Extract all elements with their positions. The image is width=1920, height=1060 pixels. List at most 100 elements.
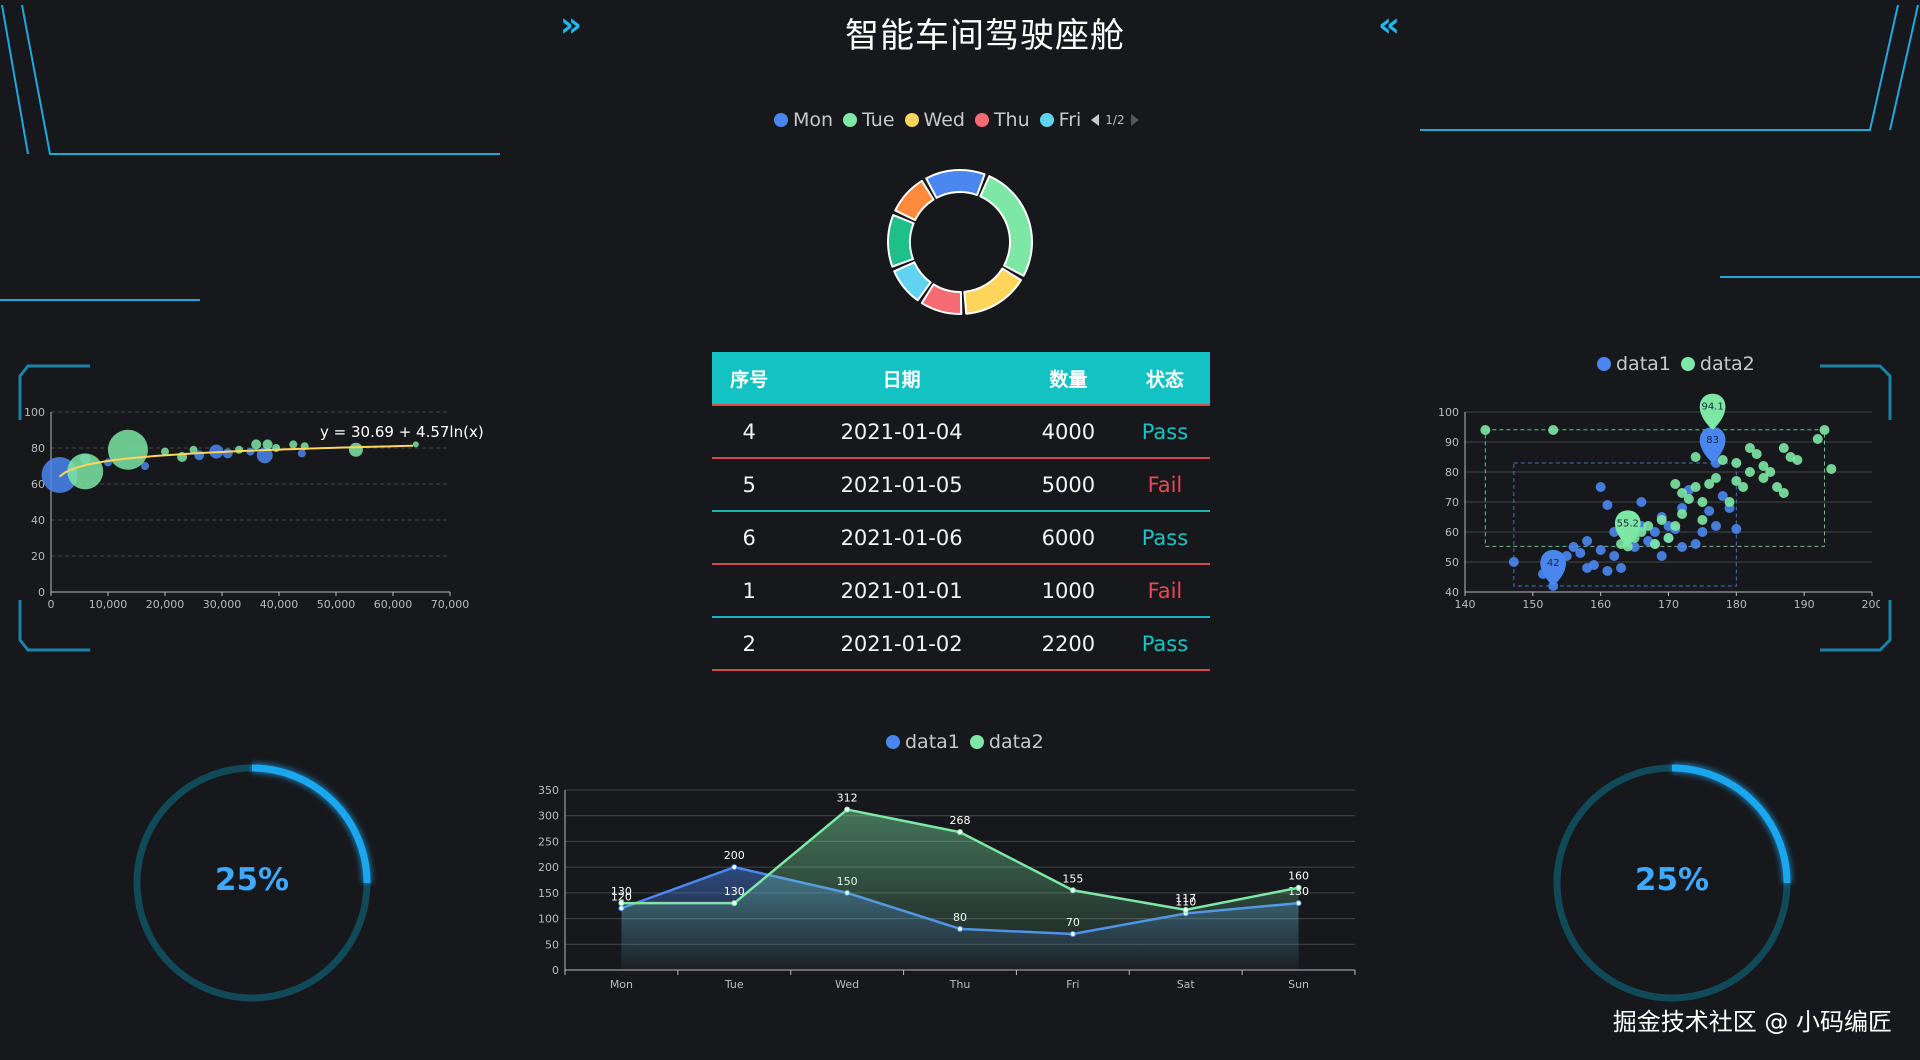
table-header-cell[interactable]: 日期 (786, 352, 1017, 405)
donut-legend: Mon Tue Wed Thu Fri 1/2 (774, 109, 1139, 131)
legend-item[interactable]: data1 (886, 731, 960, 753)
series-point (618, 900, 625, 907)
double-chevron-right-icon[interactable]: » (560, 5, 582, 45)
scatter-point (1717, 455, 1728, 465)
cell-qty: 6000 (1016, 511, 1120, 565)
scatter-point (1690, 539, 1701, 549)
donut-slice (979, 175, 1033, 277)
tick-label: 170 (1658, 598, 1679, 611)
scatter-point (1602, 500, 1613, 510)
tick-label: 250 (538, 835, 559, 848)
donut-slice (894, 179, 935, 222)
scatter-point (1663, 533, 1674, 543)
tick-label: 200 (538, 861, 559, 874)
legend-label: Fri (1058, 109, 1082, 131)
table-header-cell[interactable]: 状态 (1119, 352, 1210, 405)
series-point (1069, 887, 1076, 894)
legend-item[interactable]: data2 (1680, 353, 1755, 375)
watermark: 掘金技术社区 @ 小码编匠 (1612, 1008, 1892, 1036)
category-label: Mon (610, 978, 633, 990)
legend-item[interactable]: Mon (774, 109, 833, 131)
series-point (844, 806, 851, 813)
scatter-point (1724, 497, 1735, 507)
cell-date: 2021-01-01 (786, 564, 1017, 618)
table-row[interactable]: 2 2021-01-02 2200 Pass (712, 617, 1210, 671)
donut-slice (925, 169, 986, 199)
legend-item[interactable]: Fri (1039, 109, 1082, 131)
scatter-point (1677, 509, 1688, 519)
scatter-point (1582, 536, 1593, 546)
table-row[interactable]: 4 2021-01-04 4000 Pass (712, 404, 1210, 459)
scatter-point (1656, 515, 1667, 525)
table-header-cell[interactable]: 序号 (712, 352, 787, 405)
legend-label: Wed (923, 109, 965, 131)
cell-id: 1 (712, 564, 787, 618)
cell-qty: 2200 (1016, 617, 1120, 671)
scatter-point (1575, 548, 1586, 558)
scatter-point (1636, 497, 1647, 507)
scatter-point (1710, 521, 1721, 531)
category-label: Sun (1288, 978, 1309, 990)
tick-label: 60,000 (374, 598, 413, 611)
table-row[interactable]: 5 2021-01-05 5000 Fail (712, 458, 1210, 512)
scatter-point (1548, 425, 1559, 435)
scatter-point (1616, 563, 1627, 573)
scatter-point (1683, 494, 1694, 504)
next-page-icon[interactable] (1130, 114, 1139, 126)
bubble-point (348, 442, 363, 457)
bubble-point (222, 448, 233, 459)
bubble-point (272, 444, 281, 452)
cell-date: 2021-01-05 (786, 458, 1017, 512)
table-row[interactable]: 6 2021-01-06 6000 Pass (712, 511, 1210, 565)
scatter-point (1649, 539, 1660, 549)
tick-label: 100 (1438, 406, 1459, 419)
scatter-point (1690, 452, 1701, 462)
data-label: 130 (724, 885, 745, 898)
series-point (1295, 884, 1302, 891)
scatter-point (1480, 425, 1491, 435)
donut-slice (963, 267, 1023, 315)
cell-qty: 5000 (1016, 458, 1120, 512)
scatter-legend: data1 data2 (1597, 353, 1755, 375)
legend-dot-icon (969, 735, 984, 749)
bubble-point (412, 441, 419, 448)
series-point (731, 900, 738, 907)
prev-page-icon[interactable] (1091, 114, 1100, 126)
cell-status: Fail (1119, 564, 1210, 618)
scatter-point (1765, 467, 1776, 477)
table-header-row: 序号 日期 数量 状态 (712, 352, 1210, 405)
tick-label: 50 (545, 938, 559, 951)
legend-item[interactable]: Thu (974, 109, 1030, 131)
legend-item[interactable]: data1 (1597, 353, 1671, 375)
legend-item[interactable]: Wed (904, 109, 965, 131)
marker-label: 94.1 (1701, 402, 1723, 413)
bubble-point (67, 453, 104, 490)
data-label: 268 (950, 814, 971, 827)
table-header-cell[interactable]: 数量 (1016, 352, 1120, 405)
scatter-point (1670, 479, 1681, 489)
tick-label: 90 (1445, 436, 1459, 449)
double-chevron-left-icon[interactable]: « (1378, 5, 1400, 45)
tick-label: 150 (1522, 598, 1543, 611)
marker-label: 55.2 (1617, 518, 1639, 529)
legend-item[interactable]: Tue (843, 109, 895, 131)
legend-dot-icon (1597, 357, 1611, 371)
tick-label: 100 (538, 913, 559, 926)
data-label: 312 (837, 792, 858, 805)
tick-label: 140 (1455, 598, 1476, 611)
scatter-point (1508, 557, 1519, 567)
legend-item[interactable]: data2 (969, 731, 1044, 753)
cell-status: Pass (1119, 404, 1210, 459)
tick-label: 50,000 (317, 598, 356, 611)
regression-equation: y = 30.69 + 4.57ln(x) (320, 423, 484, 441)
tick-label: 70 (1445, 496, 1459, 509)
scatter-point (1731, 524, 1742, 534)
bubble-point (297, 449, 306, 458)
data-label: 200 (724, 849, 745, 862)
tick-label: 150 (538, 887, 559, 900)
cell-date: 2021-01-06 (786, 511, 1017, 565)
scatter-point (1697, 527, 1708, 537)
legend-label: Tue (862, 109, 895, 131)
table-row[interactable]: 1 2021-01-01 1000 Fail (712, 564, 1210, 618)
scatter-point (1656, 551, 1667, 561)
